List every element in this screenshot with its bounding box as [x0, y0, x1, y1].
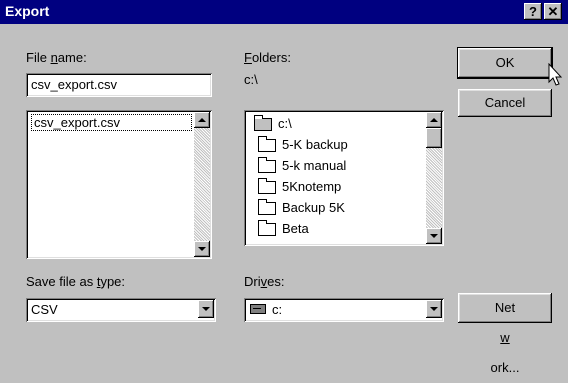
- drives-label: Drives:: [244, 274, 285, 289]
- network-button[interactable]: Net w ork...: [458, 293, 552, 375]
- file-list-scrollbar[interactable]: [194, 112, 210, 257]
- ok-button[interactable]: OK: [458, 48, 552, 78]
- current-folder-path: c:\: [244, 72, 258, 87]
- scroll-up-button[interactable]: [426, 112, 442, 128]
- save-type-value: CSV: [31, 302, 58, 317]
- help-icon: ?: [529, 4, 537, 19]
- close-button[interactable]: ✕: [544, 3, 562, 20]
- chevron-down-icon: [430, 307, 438, 311]
- drives-select[interactable]: c:: [244, 298, 444, 322]
- folder-icon: [258, 178, 276, 194]
- scroll-down-button[interactable]: [194, 241, 210, 257]
- hard-drive-icon: [250, 304, 266, 314]
- export-dialog: Export ? ✕ File name: csv_export.csv csv…: [0, 0, 568, 375]
- help-button[interactable]: ?: [524, 3, 542, 20]
- file-list-item[interactable]: csv_export.csv: [31, 114, 192, 131]
- file-name-value: csv_export.csv: [31, 77, 117, 92]
- file-name-input[interactable]: csv_export.csv: [26, 73, 212, 97]
- mouse-pointer-icon: [548, 63, 563, 86]
- scroll-down-icon: [430, 234, 438, 238]
- scroll-down-icon: [198, 247, 206, 251]
- save-type-label: Save file as type:: [26, 274, 126, 289]
- scroll-thumb[interactable]: [426, 128, 442, 148]
- folder-icon: [258, 220, 276, 236]
- scroll-up-icon: [198, 118, 206, 122]
- scroll-down-button[interactable]: [426, 228, 442, 244]
- close-icon: ✕: [547, 4, 559, 19]
- save-type-dropdown-button[interactable]: [198, 300, 214, 318]
- scroll-up-button[interactable]: [194, 112, 210, 128]
- save-type-select[interactable]: CSV: [26, 298, 216, 322]
- folder-list[interactable]: c:\ 5-K backup 5-k manual 5Knotemp Backu…: [244, 110, 444, 246]
- open-folder-icon: [254, 115, 272, 131]
- folder-list-scrollbar[interactable]: [426, 112, 442, 244]
- folder-icon: [258, 136, 276, 152]
- folder-icon: [258, 157, 276, 173]
- drives-value: c:: [272, 302, 283, 317]
- folders-label: Folders:: [244, 50, 291, 65]
- chevron-down-icon: [202, 307, 210, 311]
- cancel-button[interactable]: Cancel: [458, 89, 552, 117]
- file-list[interactable]: csv_export.csv: [26, 110, 212, 259]
- scroll-up-icon: [430, 118, 438, 122]
- file-name-label: File name:: [26, 50, 87, 65]
- title-bar[interactable]: Export ? ✕: [0, 0, 568, 24]
- drives-dropdown-button[interactable]: [426, 300, 442, 318]
- window-title: Export: [5, 3, 50, 19]
- folder-icon: [258, 199, 276, 215]
